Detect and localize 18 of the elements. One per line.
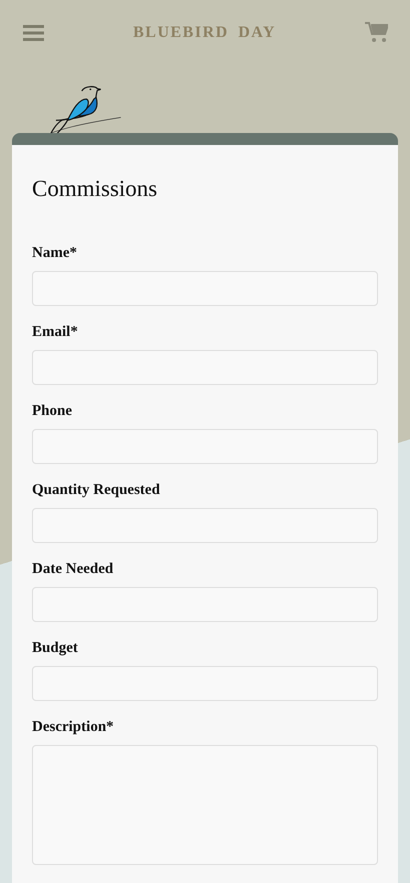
form-title: Commissions [32, 175, 158, 203]
cart-icon[interactable] [365, 22, 388, 43]
field-label: Budget [32, 640, 79, 658]
field-label: Email* [32, 324, 79, 342]
input-field[interactable] [32, 271, 378, 306]
input-field[interactable] [32, 587, 378, 622]
field-label: Phone [32, 403, 74, 421]
input-field[interactable] [32, 508, 378, 543]
field-label: Quantity Requested [32, 482, 161, 500]
field-label: Name* [32, 245, 78, 263]
input-field[interactable] [32, 666, 378, 701]
field-label: Description* [32, 719, 115, 737]
textarea-field[interactable] [32, 745, 378, 865]
site-logo[interactable]: BLUEBIRD DAY [133, 24, 276, 42]
menu-icon[interactable] [23, 24, 44, 40]
input-field[interactable] [32, 429, 378, 464]
input-field[interactable] [32, 350, 378, 385]
field-label: Date Needed [32, 561, 114, 579]
